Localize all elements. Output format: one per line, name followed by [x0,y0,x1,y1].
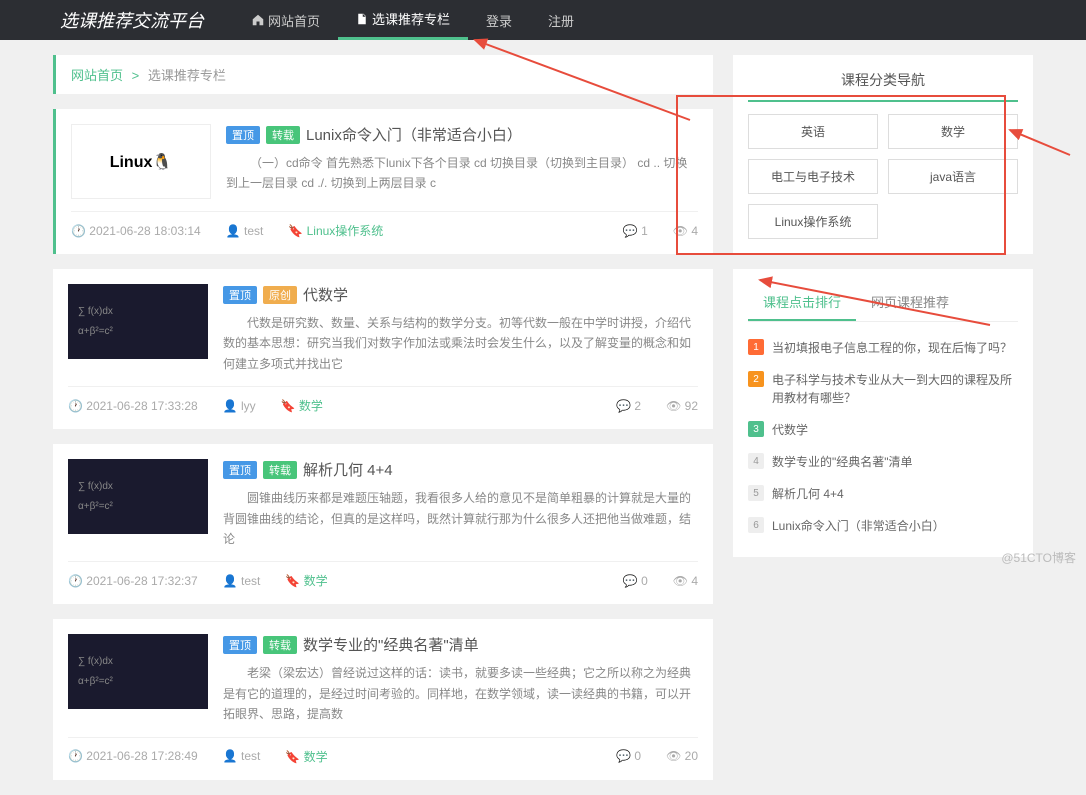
rank-item[interactable]: 3 代数学 [748,414,1018,446]
category-button[interactable]: java语言 [888,159,1018,194]
article-title[interactable]: 代数学 [303,284,348,305]
rank-num: 3 [748,421,764,437]
meta-author: 👤 test [226,224,264,238]
article-card[interactable]: ∑ f(x)dx α+β²=c² 置顶原创代数学代数是研究数、数量、关系与结构的数学… [53,269,713,429]
rank-item[interactable]: 2 电子科学与技术专业从大一到大四的课程及所用教材有哪些？ [748,364,1018,414]
category-button[interactable]: 英语 [748,114,878,149]
brand: 选课推荐交流平台 [60,7,204,33]
category-button[interactable]: 数学 [888,114,1018,149]
rank-num: 2 [748,371,764,387]
meta-category[interactable]: 🔖 数学 [285,572,327,589]
svg-text:∑ f(x)dx: ∑ f(x)dx [78,306,113,317]
meta-views: 👁 92 [666,399,698,413]
nav-item-3[interactable]: 注册 [530,0,592,40]
rank-panel: 课程点击排行网页课程推荐 1 当初填报电子信息工程的你，现在后悔了吗？ 2 电子科学与… [733,269,1033,557]
article-thumb: Linux🐧 [71,124,211,199]
article-tag: 置顶 [223,286,257,304]
article-excerpt: 老梁（梁宏达）曾经说过这样的话：读书，就要多读一些经典；它之所以称之为经典是有它… [223,663,698,724]
rank-title: Lunix命令入门（非常适合小白） [772,517,945,535]
nav-label: 网站首页 [268,11,320,30]
meta-views: 👁 4 [673,224,698,238]
article-excerpt: （一）cd命令 首先熟悉下lunix下各个目录 cd 切换目录（切换到主目录） … [226,153,698,194]
article-title[interactable]: 数学专业的"经典名著"清单 [303,634,479,655]
article-tag: 置顶 [223,636,257,654]
article-tag: 原创 [263,286,297,304]
article-excerpt: 圆锥曲线历来都是难题压轴题，我看很多人给的意见不是简单粗暴的计算就是大量的背圆锥… [223,488,698,549]
meta-comments: 💬 0 [623,574,648,588]
rank-tab[interactable]: 课程点击排行 [748,284,856,321]
article-tag: 转载 [266,126,300,144]
meta-category[interactable]: 🔖 数学 [281,397,323,414]
meta-category[interactable]: 🔖 数学 [285,748,327,765]
article-tag: 置顶 [226,126,260,144]
category-nav-panel: 课程分类导航 英语数学电工与电子技术 java语言 Linux操作系统 [733,55,1033,254]
meta-author: 👤 test [223,574,261,588]
nav-label: 选课推荐专栏 [372,9,450,28]
meta-time: 🕐 2021-06-28 18:03:14 [71,224,201,238]
svg-text:α+β²=c²: α+β²=c² [78,501,114,512]
meta-views: 👁 20 [666,749,698,763]
rank-item[interactable]: 5 解析几何 4+4 [748,478,1018,510]
meta-views: 👁 4 [673,574,698,588]
nav-item-2[interactable]: 登录 [468,0,530,40]
svg-text:α+β²=c²: α+β²=c² [78,326,114,337]
nav-label: 注册 [548,11,574,30]
article-tag: 置顶 [223,461,257,479]
rank-num: 1 [748,339,764,355]
navbar: 选课推荐交流平台 网站首页 选课推荐专栏 登录 注册 [0,0,1086,40]
meta-time: 🕐 2021-06-28 17:33:28 [68,399,198,413]
meta-comments: 💬 2 [616,399,641,413]
category-nav-title: 课程分类导航 [748,70,1018,102]
article-card[interactable]: ∑ f(x)dx α+β²=c² 置顶转载数学专业的"经典名著"清单老梁（梁宏达）曾… [53,619,713,779]
meta-comments: 💬 1 [623,224,648,238]
meta-time: 🕐 2021-06-28 17:28:49 [68,749,198,763]
nav-item-1[interactable]: 选课推荐专栏 [338,0,468,40]
rank-item[interactable]: 1 当初填报电子信息工程的你，现在后悔了吗？ [748,332,1018,364]
breadcrumb-current: 选课推荐专栏 [148,68,226,83]
rank-title: 数学专业的"经典名著"清单 [772,453,913,471]
category-button[interactable]: Linux操作系统 [748,204,878,239]
article-tag: 转载 [263,461,297,479]
rank-item[interactable]: 6 Lunix命令入门（非常适合小白） [748,510,1018,542]
svg-text:∑ f(x)dx: ∑ f(x)dx [78,656,113,667]
rank-title: 解析几何 4+4 [772,485,844,503]
breadcrumb-home[interactable]: 网站首页 [71,68,123,83]
article-title[interactable]: Lunix命令入门（非常适合小白） [306,124,522,145]
rank-num: 5 [748,485,764,501]
nav-label: 登录 [486,11,512,30]
article-title[interactable]: 解析几何 4+4 [303,459,393,480]
meta-comments: 💬 0 [616,749,641,763]
svg-text:α+β²=c²: α+β²=c² [78,676,114,687]
article-thumb: ∑ f(x)dx α+β²=c² [68,284,208,359]
meta-time: 🕐 2021-06-28 17:32:37 [68,574,198,588]
rank-num: 4 [748,453,764,469]
rank-num: 6 [748,517,764,533]
svg-text:∑ f(x)dx: ∑ f(x)dx [78,481,113,492]
rank-tab[interactable]: 网页课程推荐 [856,284,964,321]
rank-title: 当初填报电子信息工程的你，现在后悔了吗？ [772,339,1012,357]
category-button[interactable]: 电工与电子技术 [748,159,878,194]
article-thumb: ∑ f(x)dx α+β²=c² [68,634,208,709]
meta-category[interactable]: 🔖 Linux操作系统 [288,222,383,239]
article-thumb: ∑ f(x)dx α+β²=c² [68,459,208,534]
breadcrumb: 网站首页 > 选课推荐专栏 [53,55,713,94]
meta-author: 👤 test [223,749,261,763]
breadcrumb-sep: > [132,68,140,83]
watermark: @51CTO博客 [1001,549,1076,566]
article-tag: 转载 [263,636,297,654]
meta-author: 👤 lyy [223,399,256,413]
article-card[interactable]: ∑ f(x)dx α+β²=c² 置顶转载解析几何 4+4 圆锥曲线历来都是难题压轴题… [53,444,713,604]
rank-item[interactable]: 4 数学专业的"经典名著"清单 [748,446,1018,478]
nav-item-0[interactable]: 网站首页 [234,0,338,40]
rank-title: 电子科学与技术专业从大一到大四的课程及所用教材有哪些？ [772,371,1018,407]
article-excerpt: 代数是研究数、数量、关系与结构的数学分支。初等代数一般在中学时讲授，介绍代数的基… [223,313,698,374]
article-card[interactable]: Linux🐧 置顶转载 Lunix命令入门（非常适合小白） （一）cd命令 首先熟悉下… [53,109,713,254]
rank-title: 代数学 [772,421,808,439]
